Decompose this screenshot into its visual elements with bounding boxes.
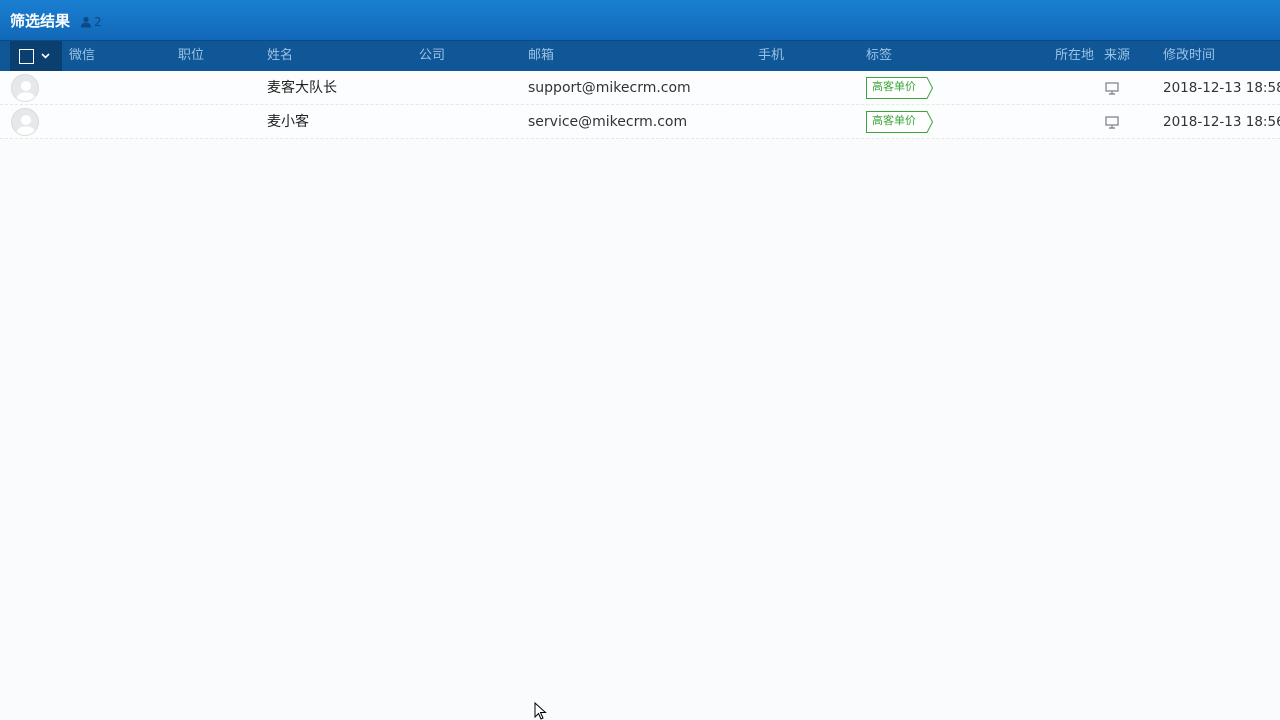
title-bar: 筛选结果 2 xyxy=(0,0,1280,40)
column-header-wechat[interactable]: 微信 xyxy=(69,41,95,71)
result-count-value: 2 xyxy=(94,14,102,29)
contact-name[interactable]: 麦客大队长 xyxy=(267,71,337,105)
select-all-checkbox[interactable] xyxy=(19,48,34,64)
column-header-tags[interactable]: 标签 xyxy=(866,41,892,71)
column-header-company[interactable]: 公司 xyxy=(419,41,445,71)
column-header-name[interactable]: 姓名 xyxy=(267,41,293,71)
tag-label: 高客单价 xyxy=(872,80,916,93)
result-count: 2 xyxy=(80,15,102,29)
contact-email: service@mikecrm.com xyxy=(528,114,688,130)
default-avatar-icon xyxy=(16,115,36,135)
column-header-email[interactable]: 邮箱 xyxy=(528,41,554,71)
column-header-modified-time[interactable]: 修改时间 xyxy=(1163,41,1215,71)
avatar[interactable] xyxy=(11,108,39,136)
table-row[interactable]: 麦小客 service@mikecrm.com 高客单价 2018-12-13 … xyxy=(0,105,1280,139)
modified-time: 2018-12-13 18:56 xyxy=(1163,114,1280,130)
modified-time: 2018-12-13 18:58 xyxy=(1163,80,1280,96)
contact-name[interactable]: 麦小客 xyxy=(267,105,309,139)
table-header: 微信 职位 姓名 公司 邮箱 手机 标签 所在地 来源 修改时间 xyxy=(0,40,1280,71)
avatar[interactable] xyxy=(11,74,39,102)
tag-label: 高客单价 xyxy=(872,114,916,127)
user-icon xyxy=(81,16,92,27)
column-header-position[interactable]: 职位 xyxy=(178,41,204,71)
desktop-icon xyxy=(1105,116,1119,129)
chevron-down-icon[interactable] xyxy=(41,53,50,59)
column-header-source[interactable]: 来源 xyxy=(1104,41,1130,71)
default-avatar-icon xyxy=(16,81,36,101)
contact-email: support@mikecrm.com xyxy=(528,80,691,96)
column-header-phone[interactable]: 手机 xyxy=(758,41,784,71)
table-row[interactable]: 麦客大队长 support@mikecrm.com 高客单价 2018-12-1… xyxy=(0,71,1280,105)
column-header-location[interactable]: 所在地 xyxy=(1055,41,1094,71)
select-all-dropdown[interactable] xyxy=(10,41,62,71)
desktop-icon xyxy=(1105,82,1119,95)
page-title: 筛选结果 xyxy=(10,11,71,30)
mouse-cursor-icon xyxy=(534,702,547,720)
